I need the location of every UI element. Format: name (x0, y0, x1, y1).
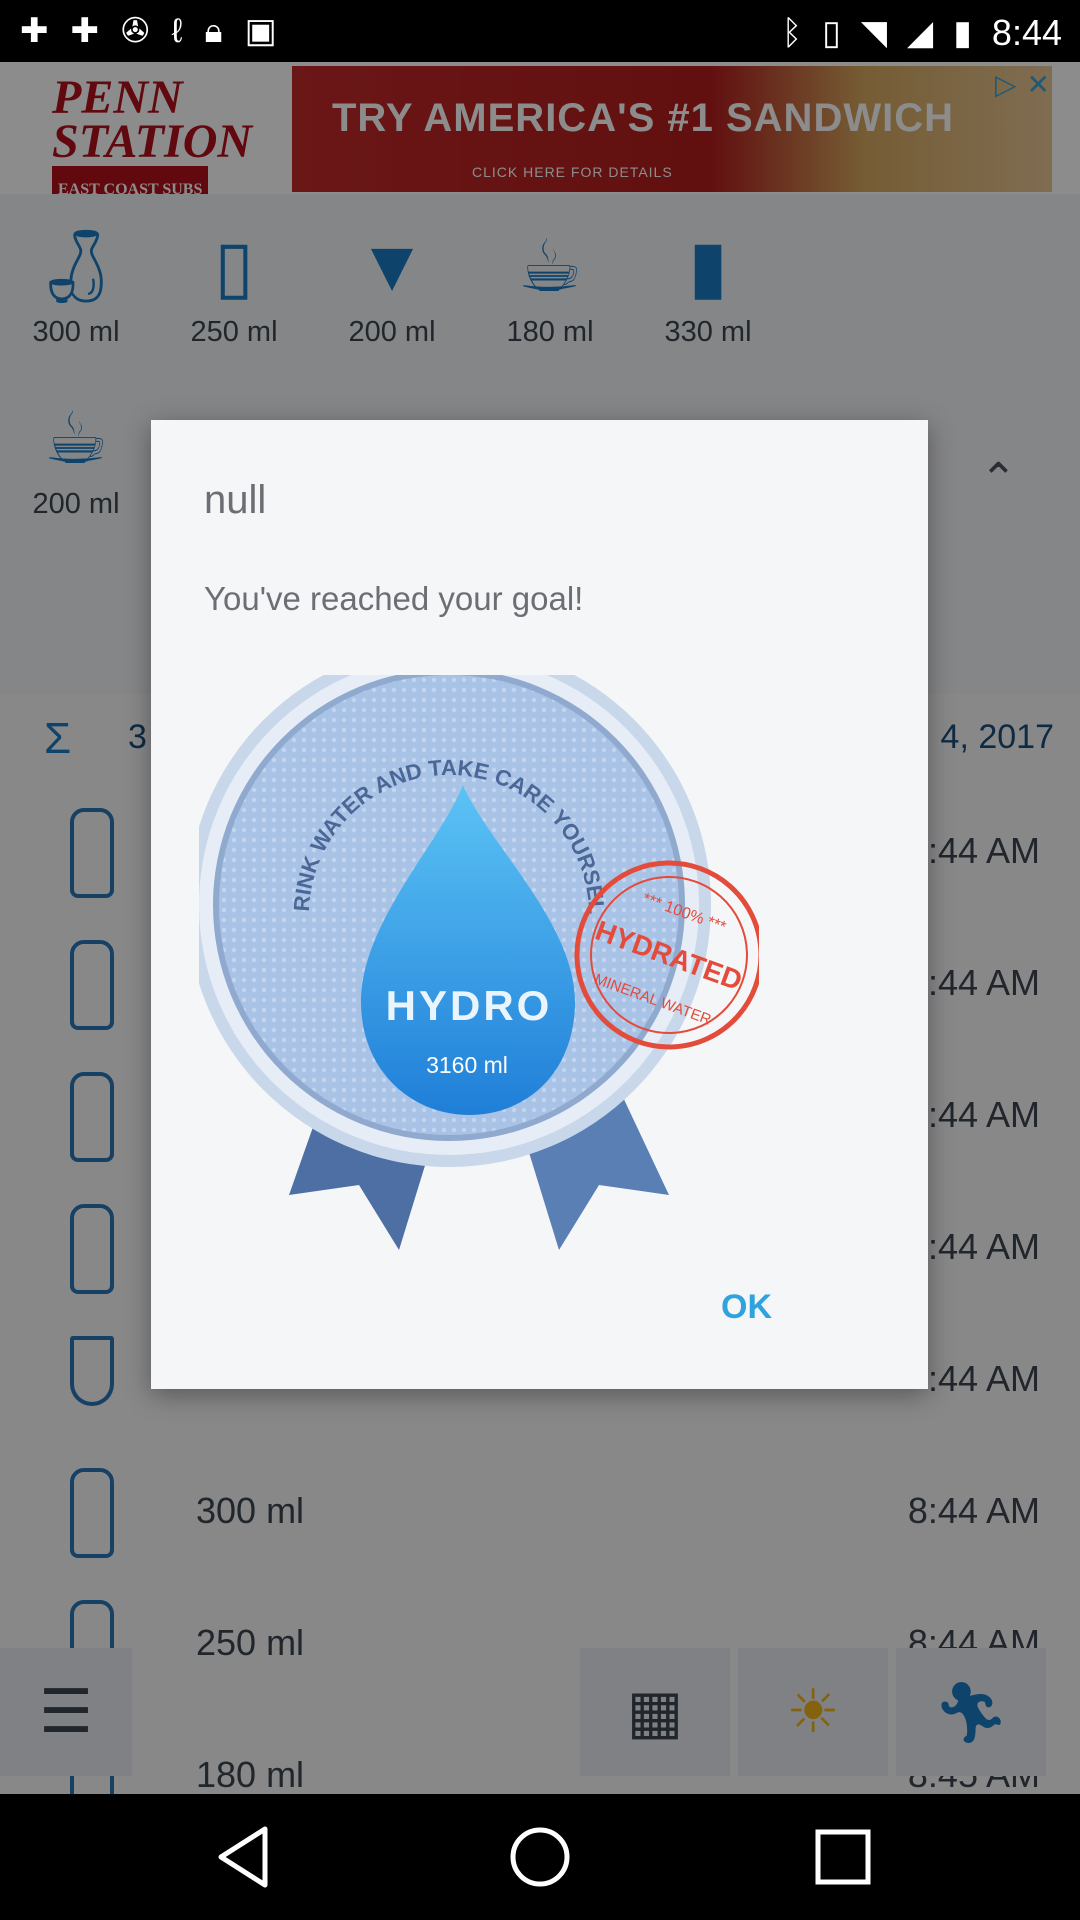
grid-icon: ✚ (70, 12, 100, 50)
back-icon[interactable] (208, 1822, 278, 1892)
badge-main-text: HYDRO (386, 982, 553, 1029)
wifi-icon: ◥ (860, 14, 888, 52)
goal-dialog: null You've reached your goal! DRINK WAT… (151, 420, 928, 1389)
system-icons: ᛒ ▯ ◥ ◢ ▮ 8:44 (782, 12, 1062, 54)
ok-button[interactable]: OK (721, 1288, 772, 1327)
status-bar: ✚ ✚ ✇ ℓ 🔒︎ ▣ ᛒ ▯ ◥ ◢ ▮ 8:44 (0, 0, 1080, 62)
vibrate-icon: ▯ (822, 14, 841, 52)
image-icon: ▣ (244, 12, 277, 50)
fan-icon: ✇ (121, 12, 150, 50)
recents-icon[interactable] (808, 1822, 878, 1892)
cursive-app-icon: ℓ (171, 12, 183, 50)
battery-icon: ▮ (953, 14, 972, 52)
home-icon[interactable] (505, 1822, 575, 1892)
signal-icon: ◢ (907, 14, 934, 52)
clock: 8:44 (991, 12, 1062, 53)
hydro-badge-image: DRINK WATER AND TAKE CARE YOURSELF HYDRO… (199, 675, 759, 1250)
bluetooth-icon: ᛒ (781, 13, 803, 52)
grid-icon: ✚ (20, 12, 49, 50)
dialog-message: You've reached your goal! (204, 580, 584, 617)
notification-icons: ✚ ✚ ✇ ℓ 🔒︎ ▣ (20, 12, 277, 50)
system-nav-bar (0, 1794, 1080, 1920)
lock-icon: 🔒︎ (204, 12, 223, 50)
dialog-title: null (204, 478, 267, 522)
badge-amount: 3160 ml (426, 1052, 508, 1078)
